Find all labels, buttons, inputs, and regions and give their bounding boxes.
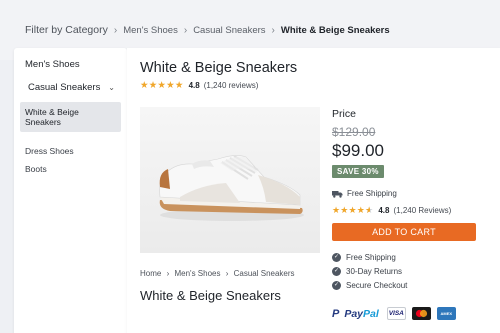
- sneaker-illustration: [140, 107, 320, 253]
- shipping-label: Free Shipping: [347, 189, 397, 198]
- product-title: White & Beige Sneakers: [140, 60, 298, 76]
- feature-item: ✓ 30-Day Returns: [332, 264, 482, 278]
- breadcrumb-mens-shoes[interactable]: Men's Shoes: [123, 25, 178, 36]
- sidebar-item-boots[interactable]: Boots: [14, 160, 127, 178]
- paypal-wordmark: PayPal: [344, 307, 379, 320]
- rating-value: 4.8: [378, 206, 390, 215]
- feature-item: ✓ Free Shipping: [332, 250, 482, 264]
- product-rating: ★★★★★ 4.8 (1,240 reviews): [140, 80, 258, 91]
- breadcrumb-home[interactable]: Home: [140, 269, 161, 278]
- purchase-rating: ★★★★★ 4.8 (1,240 Reviews): [332, 205, 482, 216]
- rating-stars-icon: ★★★★★: [140, 80, 184, 91]
- check-circle-icon: ✓: [332, 252, 341, 262]
- paypal-logo-icon: P: [332, 307, 340, 320]
- breadcrumb-casual-sneakers[interactable]: Casual Sneakers: [234, 269, 295, 278]
- lower-breadcrumb: Home › Men's Shoes › Casual Sneakers: [140, 269, 295, 278]
- purchase-panel: Price $129.00 $99.00 SAVE 30% Free Shipp…: [332, 108, 482, 320]
- product-title-secondary: White & Beige Sneakers: [140, 288, 281, 303]
- product-panel: White & Beige Sneakers ★★★★★ 4.8 (1,240 …: [127, 48, 500, 333]
- chevron-down-icon: ⌄: [108, 83, 115, 92]
- price-label: Price: [332, 108, 356, 120]
- feature-label: Secure Checkout: [346, 280, 408, 290]
- chevron-right-icon: ›: [166, 269, 170, 278]
- category-sidebar: Men's Shoes Casual Sneakers ⌄ White & Be…: [14, 48, 127, 333]
- add-to-cart-button[interactable]: ADD TO CART: [332, 223, 476, 241]
- check-circle-icon: ✓: [332, 280, 341, 290]
- sidebar-item-label: Casual Sneakers: [28, 82, 101, 93]
- shipping-info: Free Shipping: [332, 189, 482, 198]
- truck-icon: [332, 190, 343, 198]
- breadcrumb-mens-shoes[interactable]: Men's Shoes: [174, 269, 220, 278]
- review-count-link[interactable]: (1,240 reviews): [204, 81, 259, 90]
- sidebar-heading[interactable]: Men's Shoes: [14, 56, 127, 73]
- check-circle-icon: ✓: [332, 266, 341, 276]
- feature-list: ✓ Free Shipping ✓ 30-Day Returns ✓ Secur…: [332, 250, 482, 292]
- rating-value: 4.8: [188, 81, 200, 90]
- chevron-right-icon: ›: [113, 24, 118, 36]
- feature-label: 30-Day Returns: [346, 266, 403, 276]
- rating-stars-icon: ★★★★★: [332, 205, 373, 216]
- feature-item: ✓ Secure Checkout: [332, 278, 482, 292]
- payment-methods: P PayPal VISA AMEX: [332, 307, 482, 320]
- mastercard-icon: [411, 307, 431, 320]
- review-count-link[interactable]: (1,240 Reviews): [393, 206, 451, 215]
- feature-label: Free Shipping: [346, 252, 396, 262]
- amex-card-icon: AMEX: [436, 307, 456, 320]
- chevron-right-icon: ›: [225, 269, 229, 278]
- product-image[interactable]: [140, 107, 320, 253]
- original-price: $129.00: [332, 125, 376, 139]
- filter-by-category-link[interactable]: Filter by Category: [25, 24, 108, 36]
- visa-card-icon: VISA: [386, 307, 406, 320]
- sidebar-item-white-beige-sneakers[interactable]: White & Beige Sneakers: [20, 102, 121, 132]
- discount-badge: SAVE 30%: [332, 165, 384, 178]
- breadcrumb-casual-sneakers[interactable]: Casual Sneakers: [193, 25, 265, 36]
- chevron-right-icon: ›: [183, 24, 188, 36]
- breadcrumb-current: White & Beige Sneakers: [280, 24, 390, 36]
- sidebar-item-dress-shoes[interactable]: Dress Shoes: [14, 142, 127, 160]
- sidebar-item-casual-sneakers[interactable]: Casual Sneakers ⌄: [14, 73, 127, 98]
- chevron-right-icon: ›: [271, 24, 275, 36]
- sale-price: $99.00: [332, 141, 384, 160]
